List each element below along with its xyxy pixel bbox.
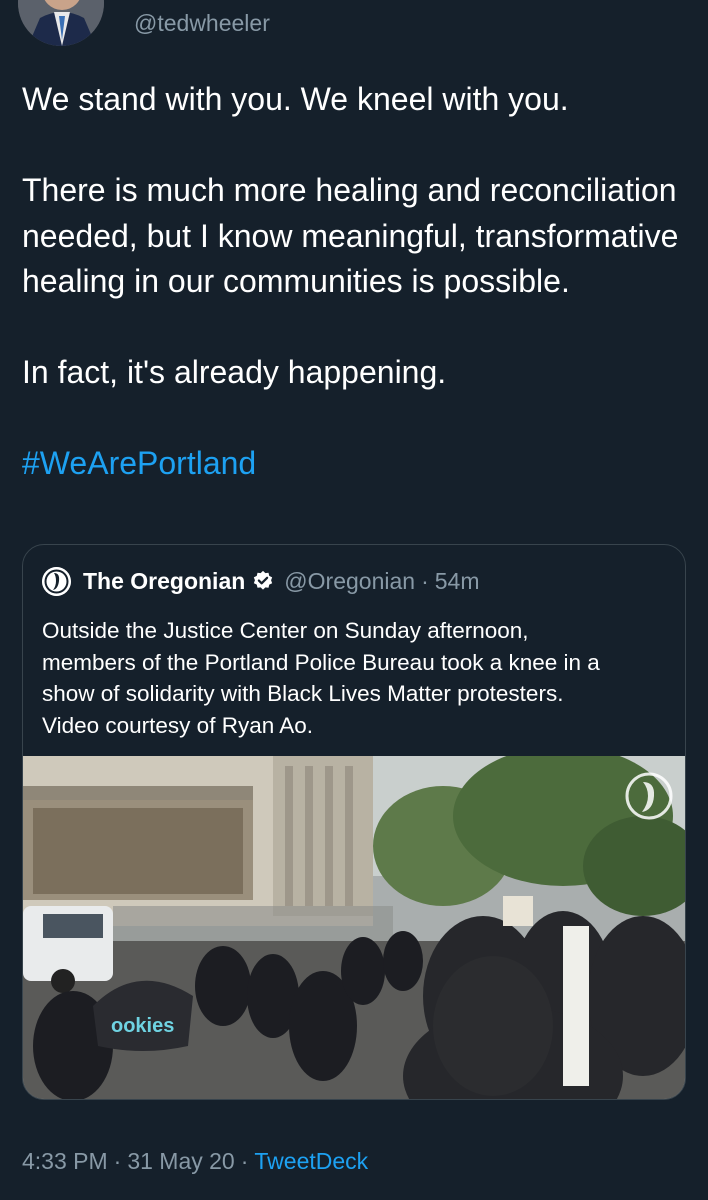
- avatar[interactable]: [18, 0, 104, 46]
- tweet-paragraph: We stand with you. We kneel with you.: [22, 81, 569, 117]
- tweet-footer: 4:33 PM · 31 May 20 · TweetDeck: [22, 1146, 368, 1176]
- separator-dot: ·: [113, 1148, 122, 1174]
- quoted-text-line: members of the Portland Police Bureau to…: [42, 649, 600, 675]
- user-handle[interactable]: @tedwheeler: [134, 9, 270, 37]
- tweet-time[interactable]: 4:33 PM: [22, 1148, 108, 1174]
- quoted-text-line: show of solidarity with Black Lives Matt…: [42, 681, 564, 706]
- quoted-tweet-time[interactable]: 54m: [435, 568, 480, 595]
- tweet-paragraph: There is much more healing and reconcili…: [22, 172, 679, 299]
- video-thumbnail[interactable]: ookies: [23, 756, 685, 1099]
- separator-dot: ·: [421, 567, 429, 594]
- separator-dot: ·: [240, 1148, 249, 1174]
- oregonian-logo-icon[interactable]: [42, 566, 71, 596]
- tweet-date[interactable]: 31 May 20: [127, 1148, 234, 1174]
- quoted-author-handle[interactable]: @Oregonian: [284, 568, 415, 595]
- hashtag-link[interactable]: #WeArePortland: [22, 441, 692, 487]
- quoted-text-line: Outside the Justice Center on Sunday aft…: [42, 618, 529, 643]
- tweet-paragraph: In fact, it's already happening.: [22, 354, 447, 390]
- quoted-tweet-header: The Oregonian @Oregonian · 54m: [42, 565, 479, 597]
- quoted-text-line: Video courtesy of Ryan Ao.: [42, 712, 313, 738]
- cap-text: ookies: [111, 1015, 174, 1037]
- tweet-source-link[interactable]: TweetDeck: [254, 1148, 368, 1174]
- tweet-text: We stand with you. We kneel with you. Th…: [22, 77, 692, 487]
- quoted-tweet-card[interactable]: The Oregonian @Oregonian · 54m Outside t…: [22, 544, 686, 1100]
- verified-badge-icon: [254, 570, 273, 590]
- quoted-author-name[interactable]: The Oregonian: [83, 568, 245, 595]
- quoted-tweet-text: Outside the Justice Center on Sunday aft…: [42, 615, 672, 741]
- avatar-image: [18, 0, 104, 46]
